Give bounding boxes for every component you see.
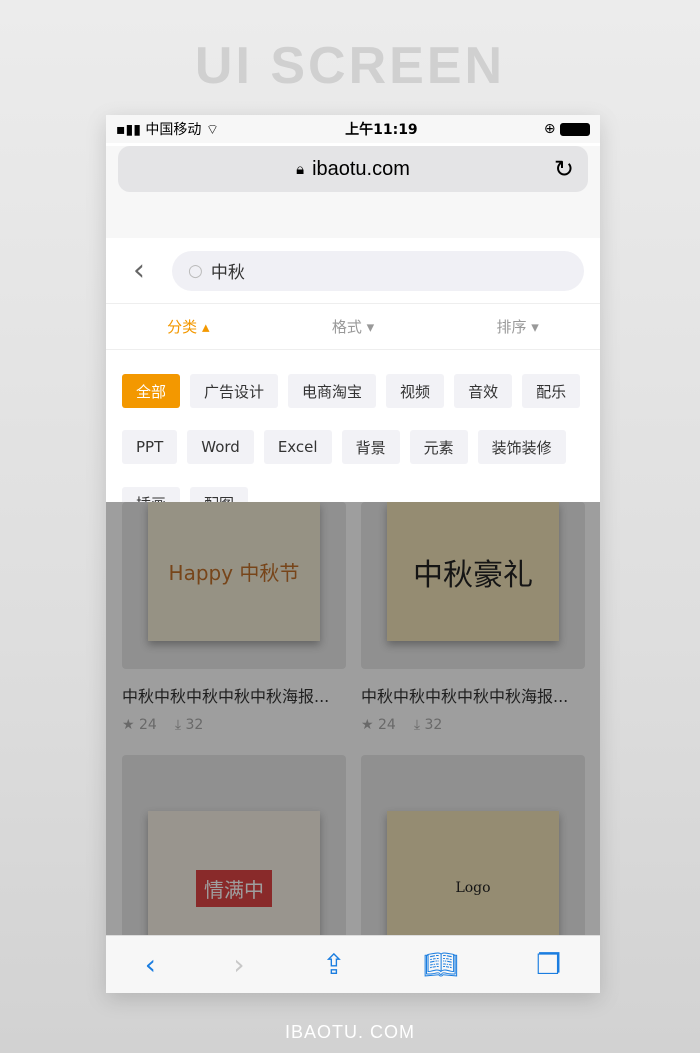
lock-icon: 🔒︎ bbox=[296, 160, 305, 178]
battery-icon bbox=[560, 122, 590, 136]
share-icon[interactable]: ⇪ bbox=[322, 948, 345, 981]
phone-screen: ▪▮▮ 中国移动 ⌔ 上午11:19 ⊕ 🔒︎ ibaotu.com ↻ ‹ ○… bbox=[106, 115, 600, 993]
tag[interactable]: 视频 bbox=[386, 374, 445, 408]
tag[interactable]: 音效 bbox=[454, 374, 513, 408]
status-bar: ▪▮▮ 中国移动 ⌔ 上午11:19 ⊕ bbox=[106, 115, 600, 143]
search-input[interactable]: ○ 中秋 bbox=[172, 250, 584, 291]
back-button[interactable]: ‹ bbox=[106, 253, 172, 288]
filter-format[interactable]: 格式 ▾ bbox=[271, 304, 436, 349]
carrier: 中国移动 bbox=[145, 122, 202, 138]
tag[interactable]: 背景 bbox=[341, 430, 400, 465]
tag[interactable]: Excel bbox=[263, 430, 332, 465]
tag[interactable]: 装饰装修 bbox=[477, 430, 566, 465]
reload-icon[interactable]: ↻ bbox=[554, 155, 574, 184]
rotation-lock-icon: ⊕ bbox=[543, 121, 556, 137]
back-nav-icon[interactable]: ‹ bbox=[145, 948, 156, 981]
wifi-icon: ⌔ bbox=[205, 122, 219, 138]
filter-category[interactable]: 分类 ▴ bbox=[106, 304, 271, 349]
page-title: UI SCREEN bbox=[194, 37, 506, 95]
tag[interactable]: 电商淘宝 bbox=[288, 374, 377, 408]
search-value: 中秋 bbox=[210, 263, 245, 283]
url-text: ibaotu.com bbox=[312, 157, 410, 180]
tabs-icon[interactable]: ❐ bbox=[536, 948, 561, 981]
tag[interactable]: PPT bbox=[122, 430, 178, 465]
tag-all[interactable]: 全部 bbox=[122, 374, 181, 408]
footer-text: IBAOTU. COM bbox=[284, 1022, 415, 1042]
filter-sort[interactable]: 排序 ▾ bbox=[435, 304, 600, 349]
tag[interactable]: 广告设计 bbox=[190, 374, 279, 408]
address-bar[interactable]: 🔒︎ ibaotu.com ↻ bbox=[118, 146, 588, 192]
bookmarks-icon[interactable]: 📖︎ bbox=[423, 948, 459, 981]
forward-nav-icon[interactable]: › bbox=[233, 948, 244, 981]
dim-overlay[interactable] bbox=[106, 502, 600, 935]
tag[interactable]: Word bbox=[187, 430, 254, 465]
clock: 上午11:19 bbox=[345, 122, 418, 138]
signal-icon: ▪▮▮ bbox=[116, 122, 141, 138]
tag[interactable]: 配乐 bbox=[522, 374, 581, 408]
browser-toolbar: ‹ › ⇪ 📖︎ ❐ bbox=[106, 935, 600, 993]
search-icon: ○ bbox=[188, 260, 203, 281]
tag[interactable]: 元素 bbox=[409, 430, 468, 465]
